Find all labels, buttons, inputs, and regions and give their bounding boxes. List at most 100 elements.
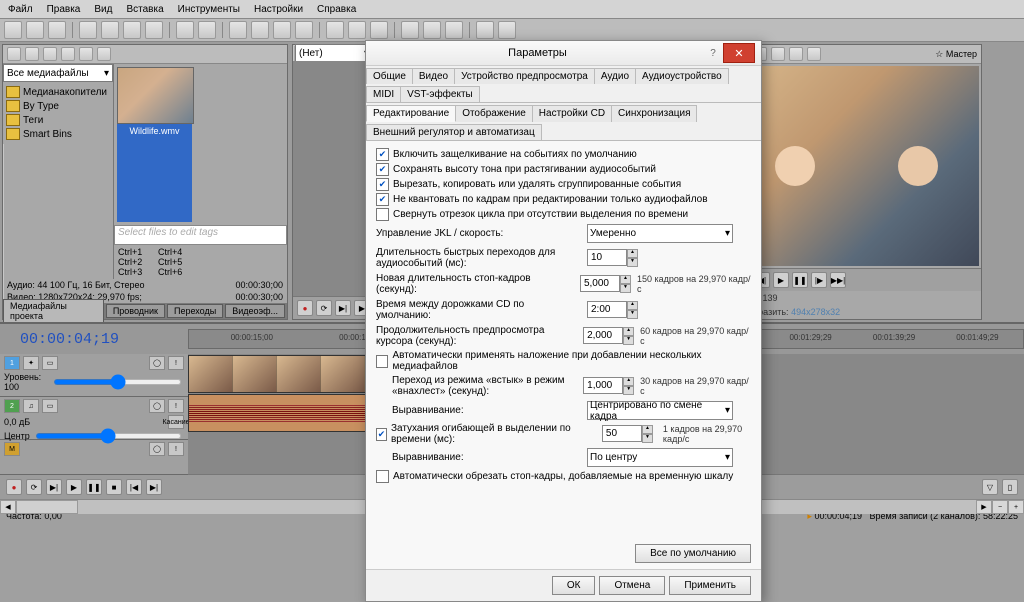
help-icon[interactable]	[445, 21, 463, 39]
pause-icon[interactable]: ❚❚	[86, 479, 102, 495]
goto-start-icon[interactable]: |◀	[126, 479, 142, 495]
goto-end-icon[interactable]: ▶▶|	[830, 272, 846, 288]
media-thumbnail[interactable]: Wildlife.wmv	[117, 67, 192, 222]
zoom-out-icon[interactable]: −	[992, 500, 1008, 514]
tab-preview-device[interactable]: Устройство предпросмотра	[454, 68, 595, 84]
checkbox-collapse[interactable]	[376, 208, 389, 221]
checkbox-overlap[interactable]	[376, 355, 388, 368]
tab-audio[interactable]: Аудио	[594, 68, 636, 84]
comp-icon[interactable]: ▭	[42, 356, 58, 370]
search-icon[interactable]	[79, 47, 93, 61]
tab-sync[interactable]: Синхронизация	[611, 105, 697, 122]
fx-icon[interactable]: ♫	[23, 399, 39, 413]
stop-input[interactable]	[580, 275, 620, 292]
cd-input[interactable]	[587, 301, 627, 318]
mute-icon[interactable]: ◯	[149, 442, 165, 456]
solo-icon[interactable]: !	[168, 399, 184, 413]
trimmer-dropdown[interactable]: (Нет)▾	[295, 44, 373, 62]
tab-general[interactable]: Общие	[366, 68, 413, 84]
spinner[interactable]: ▲▼	[627, 249, 638, 267]
ok-button[interactable]: ОК	[552, 576, 596, 595]
checkbox-pitch[interactable]: ✔	[376, 163, 389, 176]
tool-zoom-icon[interactable]	[370, 21, 388, 39]
tree-item[interactable]: Медианакопители	[6, 85, 110, 99]
comp-icon[interactable]: ▭	[42, 399, 58, 413]
render-icon[interactable]	[401, 21, 419, 39]
tab-external[interactable]: Внешний регулятор и автоматизац	[366, 124, 542, 140]
solo-icon[interactable]: !	[168, 442, 184, 456]
properties-icon[interactable]	[79, 21, 97, 39]
help-icon[interactable]: ?	[703, 44, 723, 62]
scroll-right-icon[interactable]: ▶	[976, 500, 992, 514]
delete-icon[interactable]	[43, 47, 57, 61]
view-icon[interactable]	[7, 47, 21, 61]
cursor-input[interactable]	[583, 327, 623, 344]
scroll-left-icon[interactable]: ◀	[0, 500, 16, 514]
cut-icon[interactable]	[101, 21, 119, 39]
align2-select[interactable]: По центру▾	[587, 448, 733, 467]
tab-audio-device[interactable]: Аудиоустройство	[635, 68, 729, 84]
jkl-select[interactable]: Умеренно▾	[587, 224, 733, 243]
tab-project-media[interactable]: Медиафайлы проекта	[3, 299, 104, 323]
copy-icon[interactable]	[123, 21, 141, 39]
step-fwd-icon[interactable]: |▶	[811, 272, 827, 288]
spinner[interactable]: ▲▼	[642, 425, 653, 443]
play-start-icon[interactable]: ▶|	[46, 479, 62, 495]
open-icon[interactable]	[26, 21, 44, 39]
checkbox-group[interactable]: ✔	[376, 178, 389, 191]
checkbox-quantize[interactable]: ✔	[376, 193, 389, 206]
new-icon[interactable]	[4, 21, 22, 39]
menu-help[interactable]: Справка	[311, 2, 362, 17]
fx-icon[interactable]: ✦	[23, 356, 39, 370]
ext2-icon[interactable]	[498, 21, 516, 39]
menu-tools[interactable]: Инструменты	[172, 2, 246, 17]
pv-split-icon[interactable]	[789, 47, 803, 61]
tab-midi[interactable]: MIDI	[366, 86, 401, 102]
tab-videofx[interactable]: Видеоэф...	[225, 304, 285, 318]
rec-icon[interactable]: ●	[297, 300, 313, 316]
zoom-in-icon[interactable]: +	[1008, 500, 1024, 514]
tree-item[interactable]: By Type	[6, 99, 110, 113]
menu-insert[interactable]: Вставка	[120, 2, 169, 17]
pv-extern-icon[interactable]	[771, 47, 785, 61]
checkbox-snap[interactable]: ✔	[376, 148, 389, 161]
menu-view[interactable]: Вид	[88, 2, 118, 17]
snap-icon[interactable]	[229, 21, 247, 39]
redo-icon[interactable]	[198, 21, 216, 39]
fade-input[interactable]	[602, 425, 642, 442]
tree-item[interactable]: Smart Bins	[6, 127, 110, 141]
default-button[interactable]: Все по умолчанию	[635, 544, 751, 563]
rec-icon[interactable]: ●	[6, 479, 22, 495]
cancel-button[interactable]: Отмена	[599, 576, 665, 595]
tab-display[interactable]: Отображение	[455, 105, 533, 122]
play-start-icon[interactable]: ▶|	[335, 300, 351, 316]
loop-icon[interactable]: ⟳	[316, 300, 332, 316]
ext1-icon[interactable]	[476, 21, 494, 39]
ripple-icon[interactable]	[295, 21, 313, 39]
spinner[interactable]: ▲▼	[627, 301, 638, 319]
list-icon[interactable]	[97, 47, 111, 61]
touch-mode[interactable]: Касание	[168, 415, 184, 429]
solo-icon[interactable]: !	[168, 356, 184, 370]
spinner[interactable]: ▲▼	[620, 275, 631, 293]
mode-input[interactable]	[583, 377, 623, 394]
play-icon[interactable]: ▶	[773, 272, 789, 288]
audio-track-header[interactable]: 2♫▭◯! 0,0 дБКасание Центр	[0, 397, 188, 440]
level-slider[interactable]	[53, 379, 182, 385]
tree-item[interactable]: Теги	[6, 113, 110, 127]
paste-icon[interactable]	[145, 21, 163, 39]
pause-icon[interactable]: ❚❚	[792, 272, 808, 288]
goto-end-icon[interactable]: ▶|	[146, 479, 162, 495]
upload-icon[interactable]	[423, 21, 441, 39]
pan-slider[interactable]	[35, 433, 182, 439]
bus-track-header[interactable]: M◯!	[0, 440, 188, 475]
spinner[interactable]: ▲▼	[623, 327, 634, 345]
save-icon[interactable]	[48, 21, 66, 39]
menu-settings[interactable]: Настройки	[248, 2, 309, 17]
loop-icon[interactable]: ⟳	[26, 479, 42, 495]
undo-icon[interactable]	[176, 21, 194, 39]
tab-video[interactable]: Видео	[412, 68, 455, 84]
mute-icon[interactable]: ◯	[149, 399, 165, 413]
tab-vst[interactable]: VST-эффекты	[400, 86, 480, 102]
apply-button[interactable]: Применить	[669, 576, 751, 595]
